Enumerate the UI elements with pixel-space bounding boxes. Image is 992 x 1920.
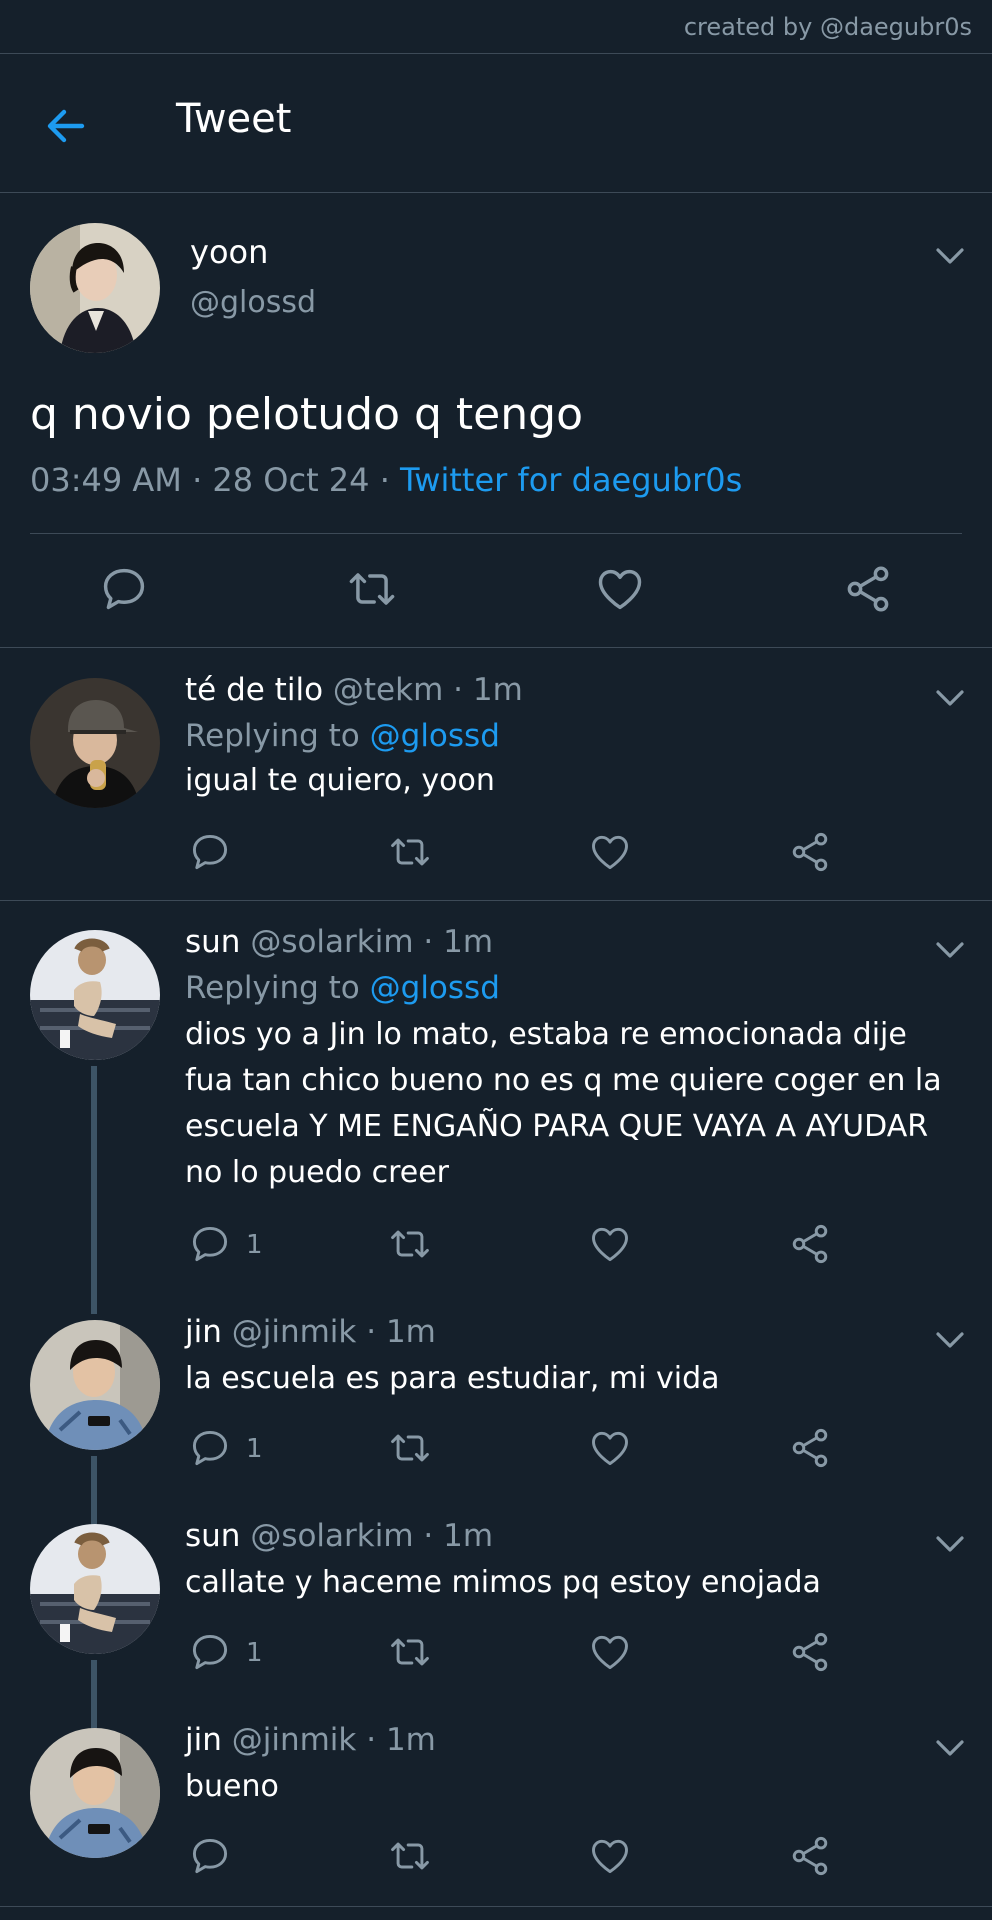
- chevron-down-icon[interactable]: [934, 246, 966, 266]
- share-icon[interactable]: [788, 1426, 832, 1470]
- share-icon[interactable]: [788, 1222, 832, 1266]
- reply-tweet[interactable]: jin @jinmik · 1m bueno: [0, 1718, 992, 1906]
- retweet-icon[interactable]: [388, 1222, 432, 1266]
- reply-text: bueno: [185, 1769, 279, 1804]
- reply-tweet[interactable]: sun @solarkim · 1m Replying to @glossd d…: [0, 900, 992, 1320]
- reply-icon[interactable]: [188, 1834, 232, 1878]
- author-handle[interactable]: @jinmik: [232, 1314, 357, 1350]
- reply-header: jin @jinmik · 1m: [185, 1722, 436, 1758]
- avatar[interactable]: [30, 223, 160, 353]
- divider: [30, 533, 962, 534]
- reply-time: 1m: [472, 672, 523, 708]
- chevron-down-icon[interactable]: [934, 1330, 966, 1350]
- reply-count: 1: [246, 1434, 263, 1464]
- share-icon[interactable]: [788, 1630, 832, 1674]
- reply-time: 1m: [443, 924, 494, 960]
- replying-to-handle[interactable]: @glossd: [370, 970, 500, 1006]
- reply-text: igual te quiero, yoon: [185, 763, 495, 798]
- tweet-time: 03:49 AM: [30, 461, 182, 499]
- reply-header: jin @jinmik · 1m: [185, 1314, 436, 1350]
- retweet-icon[interactable]: [388, 1426, 432, 1470]
- author-handle[interactable]: @tekm: [333, 672, 443, 708]
- reply-icon[interactable]: [188, 830, 232, 874]
- share-icon[interactable]: [842, 563, 894, 615]
- reply-tweet[interactable]: sun @solarkim · 1m callate y haceme mimo…: [0, 1514, 992, 1718]
- author-name[interactable]: sun: [185, 1518, 240, 1554]
- author-name[interactable]: jin: [185, 1722, 222, 1758]
- credit-text: created by @daegubr0s: [683, 13, 972, 41]
- credit-bar: created by @daegubr0s: [0, 0, 992, 54]
- reply-text: callate y haceme mimos pq estoy enojada: [185, 1565, 821, 1600]
- retweet-icon[interactable]: [346, 563, 398, 615]
- avatar[interactable]: [30, 1728, 160, 1858]
- replying-to-handle[interactable]: @glossd: [370, 718, 500, 754]
- retweet-icon[interactable]: [388, 1630, 432, 1674]
- main-tweet: yoon @glossd q novio pelotudo q tengo 03…: [0, 193, 992, 648]
- avatar[interactable]: [30, 678, 160, 808]
- share-icon[interactable]: [788, 830, 832, 874]
- like-icon[interactable]: [588, 1222, 632, 1266]
- author-name[interactable]: sun: [185, 924, 240, 960]
- divider: [0, 1906, 992, 1907]
- author-name[interactable]: yoon: [190, 233, 268, 271]
- reply-icon[interactable]: [98, 563, 150, 615]
- reply-icon[interactable]: [188, 1222, 232, 1266]
- chevron-down-icon[interactable]: [934, 1534, 966, 1554]
- retweet-icon[interactable]: [388, 830, 432, 874]
- avatar[interactable]: [30, 1320, 160, 1450]
- avatar[interactable]: [30, 930, 160, 1060]
- reply-tweet[interactable]: jin @jinmik · 1m la escuela es para estu…: [0, 1310, 992, 1514]
- reply-header: té de tilo @tekm · 1m: [185, 672, 523, 708]
- reply-text: la escuela es para estudiar, mi vida: [185, 1361, 720, 1396]
- replying-to: Replying to @glossd: [185, 718, 500, 754]
- tweet-date: 28 Oct 24: [212, 461, 370, 499]
- reply-time: 1m: [443, 1518, 494, 1554]
- reply-icon[interactable]: [188, 1426, 232, 1470]
- like-icon[interactable]: [588, 830, 632, 874]
- back-arrow-icon[interactable]: [40, 100, 92, 152]
- reply-header: sun @solarkim · 1m: [185, 924, 494, 960]
- like-icon[interactable]: [588, 1834, 632, 1878]
- reply-count: 1: [246, 1230, 263, 1260]
- page-title: Tweet: [176, 96, 292, 142]
- tweet-text: q novio pelotudo q tengo: [30, 389, 583, 440]
- meta-separator: ·: [192, 461, 203, 499]
- author-handle[interactable]: @solarkim: [250, 1518, 413, 1554]
- reply-text: dios yo a Jin lo mato, estaba re emocion…: [185, 1017, 942, 1190]
- reply-icon[interactable]: [188, 1630, 232, 1674]
- tweet-source-link[interactable]: Twitter for daegubr0s: [400, 461, 742, 499]
- chevron-down-icon[interactable]: [934, 1738, 966, 1758]
- like-icon[interactable]: [588, 1426, 632, 1470]
- chevron-down-icon[interactable]: [934, 940, 966, 960]
- tweet-meta: 03:49 AM · 28 Oct 24 · Twitter for daegu…: [30, 461, 742, 499]
- chevron-down-icon[interactable]: [934, 688, 966, 708]
- author-name[interactable]: jin: [185, 1314, 222, 1350]
- reply-time: 1m: [385, 1722, 436, 1758]
- reply-time: 1m: [385, 1314, 436, 1350]
- reply-count: 1: [246, 1638, 263, 1668]
- reply-tweet[interactable]: té de tilo @tekm · 1m Replying to @gloss…: [0, 648, 992, 900]
- reply-header: sun @solarkim · 1m: [185, 1518, 494, 1554]
- share-icon[interactable]: [788, 1834, 832, 1878]
- author-handle[interactable]: @glossd: [190, 285, 316, 320]
- author-handle[interactable]: @solarkim: [250, 924, 413, 960]
- like-icon[interactable]: [588, 1630, 632, 1674]
- author-name[interactable]: té de tilo: [185, 672, 323, 708]
- replying-to-prefix: Replying to: [185, 970, 360, 1006]
- author-handle[interactable]: @jinmik: [232, 1722, 357, 1758]
- meta-separator: ·: [379, 461, 390, 499]
- avatar[interactable]: [30, 1524, 160, 1654]
- replying-to-prefix: Replying to: [185, 718, 360, 754]
- top-bar: Tweet: [0, 54, 992, 193]
- like-icon[interactable]: [594, 563, 646, 615]
- replying-to: Replying to @glossd: [185, 970, 500, 1006]
- retweet-icon[interactable]: [388, 1834, 432, 1878]
